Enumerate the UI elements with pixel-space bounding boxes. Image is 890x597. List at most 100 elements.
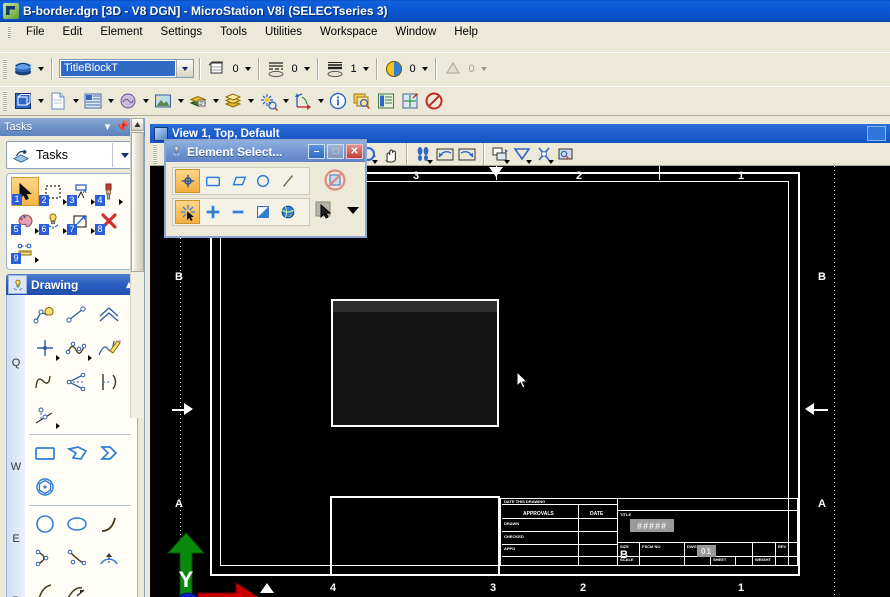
- copy-view-icon[interactable]: [489, 144, 511, 165]
- tool-place-ellipse[interactable]: [61, 508, 93, 540]
- tool-place-halfellipse[interactable]: [29, 542, 61, 574]
- tool-place-smartline[interactable]: [29, 298, 61, 330]
- view-minimize-button[interactable]: [867, 126, 886, 141]
- acs-icon[interactable]: [291, 89, 315, 113]
- task-flyout-flag[interactable]: [35, 257, 39, 263]
- menu-edit[interactable]: Edit: [54, 24, 92, 40]
- image-icon[interactable]: [151, 89, 175, 113]
- task-tool-element-selection[interactable]: 1: [11, 177, 39, 206]
- task-tool-delete-element[interactable]: 8: [95, 206, 123, 235]
- new-file-icon[interactable]: [46, 89, 70, 113]
- chevron-down-icon[interactable]: [347, 206, 359, 214]
- acs-dropdown[interactable]: [315, 90, 326, 112]
- menu-file[interactable]: File: [17, 24, 54, 40]
- view-toolbar-grip[interactable]: [153, 144, 157, 164]
- active-level-combo[interactable]: TitleBlockT: [59, 59, 194, 78]
- walk-view-icon[interactable]: [412, 144, 434, 165]
- clip-mask-icon[interactable]: [533, 144, 555, 165]
- standard-toolbar-grip[interactable]: [3, 91, 7, 111]
- tool-place-multiline[interactable]: [93, 298, 125, 330]
- references-dropdown[interactable]: [105, 90, 116, 112]
- models-icon[interactable]: [11, 89, 35, 113]
- menu-window[interactable]: Window: [386, 24, 445, 40]
- tool-place-shape[interactable]: [61, 437, 93, 469]
- chevron-down-icon[interactable]: ▾: [100, 120, 115, 135]
- clip-mask-dropdown[interactable]: [548, 159, 554, 164]
- menu-settings[interactable]: Settings: [152, 24, 212, 40]
- selected-text-element-title[interactable]: #####: [630, 519, 674, 532]
- tool-place-curve[interactable]: [61, 332, 93, 364]
- tool-construct-angle-bisector[interactable]: [61, 366, 93, 398]
- tool-modify-arc-radius[interactable]: [93, 542, 125, 574]
- line-weight-icon[interactable]: [323, 57, 347, 81]
- select-circle-icon[interactable]: [250, 169, 275, 193]
- level-manager-dropdown[interactable]: [210, 90, 221, 112]
- line-style-icon[interactable]: [264, 57, 288, 81]
- mode-add-icon[interactable]: [200, 200, 225, 224]
- new-file-dropdown[interactable]: [70, 90, 81, 112]
- minimize-icon[interactable]: –: [308, 144, 325, 159]
- element-color-icon[interactable]: [205, 57, 229, 81]
- mode-clear-icon[interactable]: [275, 200, 300, 224]
- element-color-dropdown[interactable]: [242, 58, 253, 80]
- image-dropdown[interactable]: [175, 90, 186, 112]
- tasks-panel-scrollbar[interactable]: [130, 118, 144, 418]
- menu-workspace[interactable]: Workspace: [311, 24, 386, 40]
- raster-manager-icon[interactable]: [116, 89, 140, 113]
- tool-place-stream-line[interactable]: [93, 332, 125, 364]
- tool-place-orthogonal-shape[interactable]: [93, 437, 125, 469]
- level-display-dropdown[interactable]: [35, 58, 46, 80]
- mode-new-icon[interactable]: [175, 200, 200, 224]
- mode-invert-icon[interactable]: [250, 200, 275, 224]
- light-manager-icon[interactable]: [256, 89, 280, 113]
- copy-view-dropdown[interactable]: [504, 159, 510, 164]
- task-tool-match-attributes[interactable]: 4: [95, 177, 123, 206]
- design-history-icon[interactable]: [350, 89, 374, 113]
- menu-grip[interactable]: [8, 26, 11, 38]
- task-tool-delete-vertex[interactable]: 6: [39, 206, 67, 235]
- view-attributes-icon[interactable]: [555, 144, 577, 165]
- line-style-dropdown[interactable]: [301, 58, 312, 80]
- pan-view-icon[interactable]: [379, 144, 401, 165]
- task-tool-manipulate[interactable]: 7: [67, 206, 95, 235]
- light-manager-dropdown[interactable]: [280, 90, 291, 112]
- tool-place-quarterellipse[interactable]: [61, 542, 93, 574]
- level-manager-icon[interactable]: [186, 89, 210, 113]
- references-icon[interactable]: [81, 89, 105, 113]
- task-tool-fence[interactable]: 2: [39, 177, 67, 206]
- tool-place-arc[interactable]: [93, 508, 125, 540]
- maximize-icon[interactable]: □: [327, 144, 344, 159]
- accudraw-icon[interactable]: [398, 89, 422, 113]
- select-shape-icon[interactable]: [225, 169, 250, 193]
- tasks-selector-combo[interactable]: Tasks: [6, 141, 138, 169]
- menu-element[interactable]: Element: [91, 24, 151, 40]
- menu-utilities[interactable]: Utilities: [256, 24, 311, 40]
- task-tool-measure[interactable]: 9: [11, 235, 39, 264]
- menu-tools[interactable]: Tools: [211, 24, 256, 40]
- select-line-icon[interactable]: [275, 169, 300, 193]
- walk-view-dropdown[interactable]: [427, 159, 433, 164]
- line-weight-dropdown[interactable]: [360, 58, 371, 80]
- no-entry-icon[interactable]: [422, 89, 446, 113]
- clip-volume-dropdown[interactable]: [526, 159, 532, 164]
- tool-place-polygon[interactable]: [29, 471, 61, 503]
- mode-subtract-icon[interactable]: [225, 200, 250, 224]
- task-flyout-flag[interactable]: [119, 199, 123, 205]
- active-level-dropdown-arrow[interactable]: [176, 60, 193, 77]
- element-info-icon[interactable]: [326, 89, 350, 113]
- level-display-icon[interactable]: [11, 57, 35, 81]
- tool-flyout-flag[interactable]: [56, 355, 60, 361]
- attributes-toolbar-grip[interactable]: [3, 58, 7, 79]
- clip-volume-icon[interactable]: [511, 144, 533, 165]
- rotate-view-dropdown[interactable]: [372, 159, 378, 164]
- tool-modify-arc-angle[interactable]: [29, 576, 61, 597]
- tool-modify-arc-axis[interactable]: [61, 576, 93, 597]
- element-class-dropdown[interactable]: [419, 58, 430, 80]
- tool-construct-minimum-distance[interactable]: [93, 366, 125, 398]
- menu-help[interactable]: Help: [445, 24, 487, 40]
- tool-place-point[interactable]: [29, 332, 61, 364]
- level-display-dropdown[interactable]: [245, 90, 256, 112]
- tool-place-circle[interactable]: [29, 508, 61, 540]
- select-individual-icon[interactable]: [175, 169, 200, 193]
- tool-place-line[interactable]: [61, 298, 93, 330]
